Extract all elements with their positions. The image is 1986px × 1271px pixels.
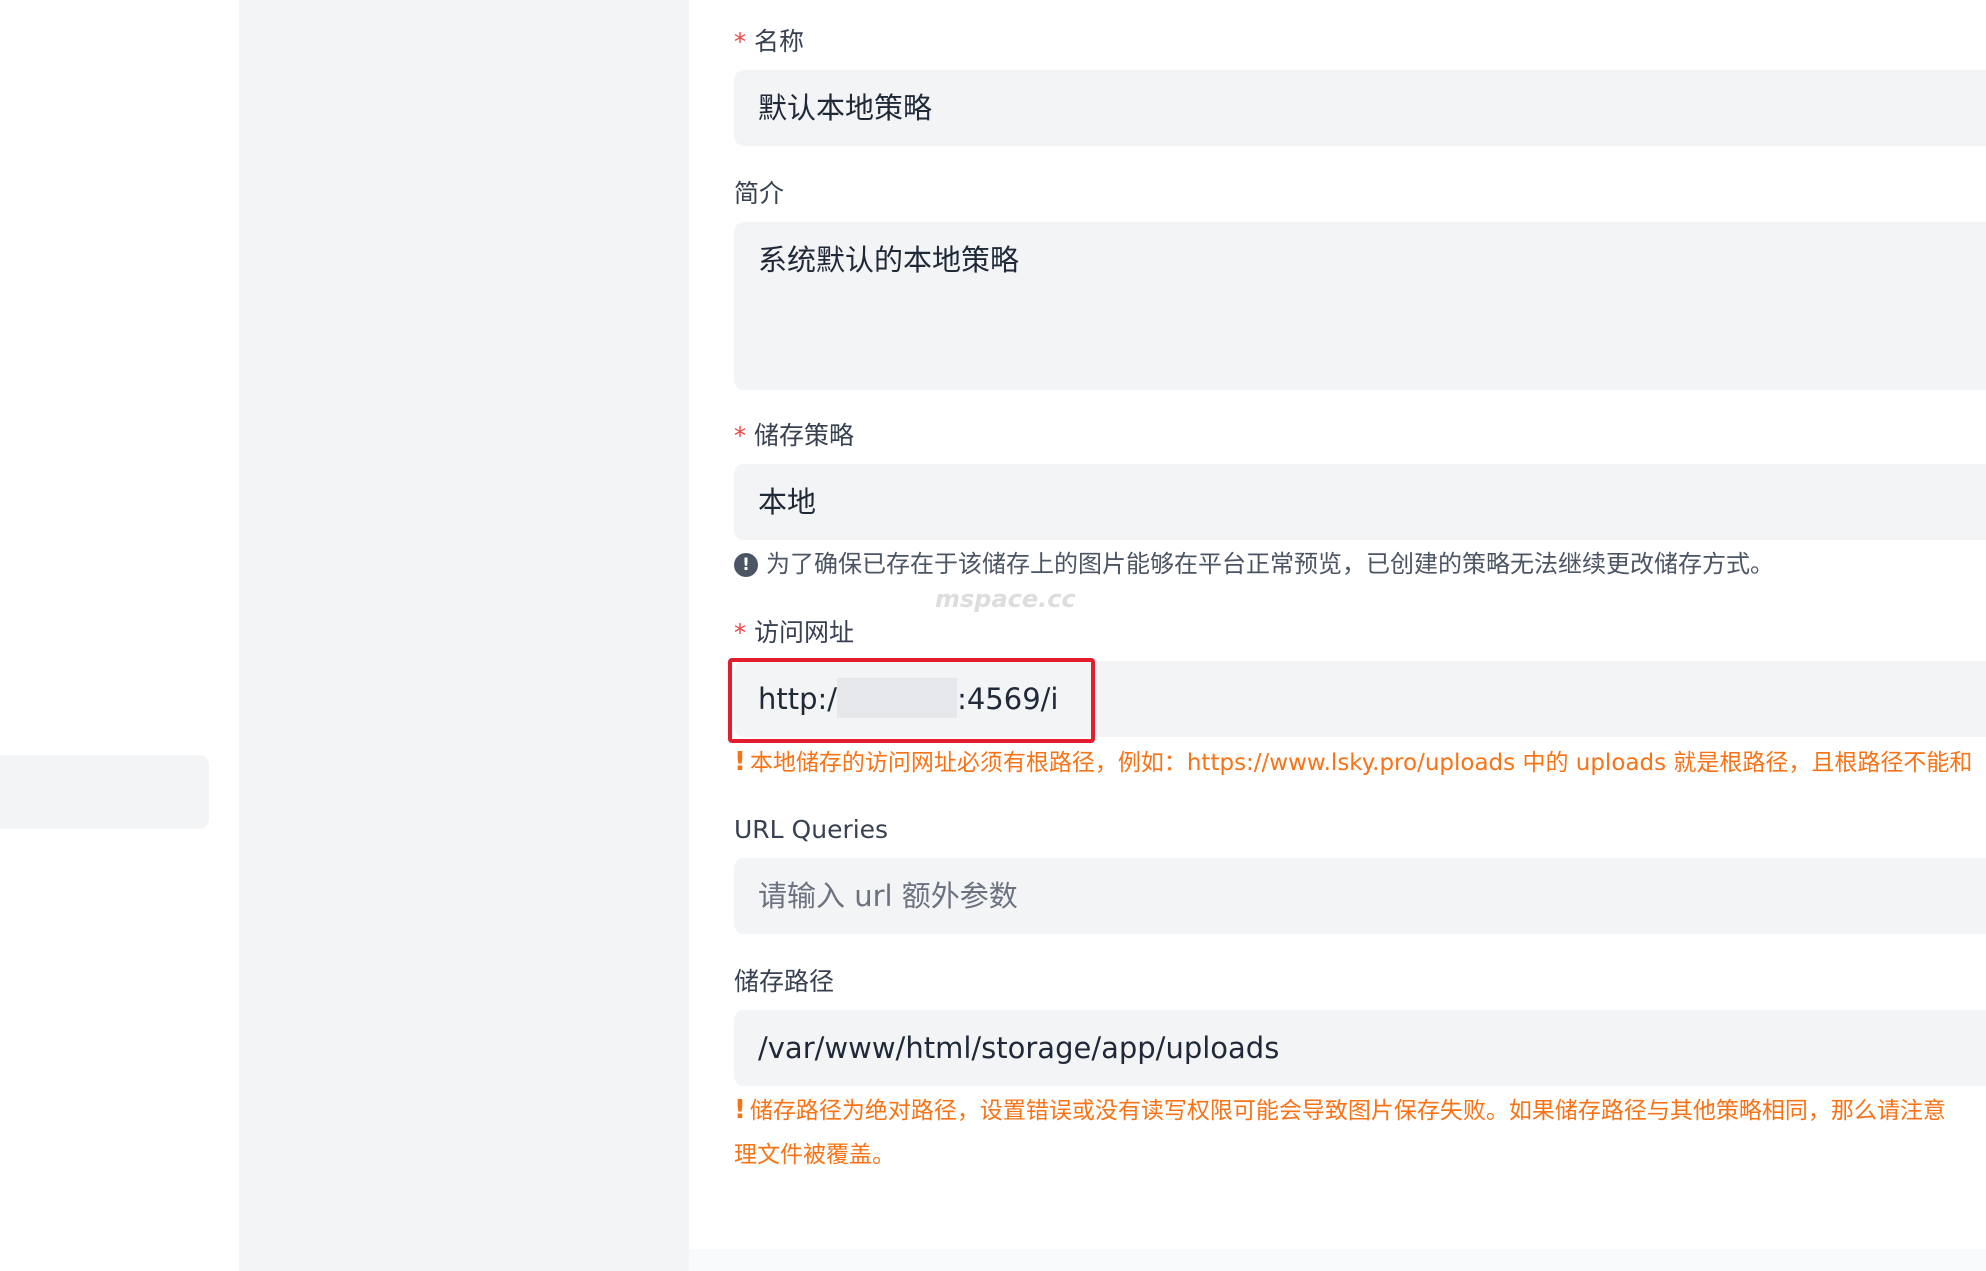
intro-label-text: 简介 [734, 179, 785, 208]
storage-path-warning-cont: 理文件被覆盖。 [734, 1139, 895, 1171]
intro-label: 简介 [734, 178, 784, 210]
storage-path-value: /var/www/html/storage/app/uploads [758, 1031, 1280, 1065]
watermark: mspace.cc [935, 585, 1076, 613]
info-circle-icon: ! [734, 553, 758, 577]
required-mark: * [734, 28, 746, 56]
sidebar-active-item[interactable] [0, 755, 209, 829]
exclamation-icon: ! [734, 1095, 746, 1125]
url-queries-input[interactable]: 请输入 url 额外参数 [734, 858, 1986, 934]
name-input[interactable]: 默认本地策略 [734, 70, 1986, 146]
storage-path-warning-line2: 理文件被覆盖。 [734, 1142, 895, 1168]
access-url-warning: ! 本地储存的访问网址必须有根路径，例如：https://www.lsky.pro… [734, 746, 1972, 779]
storage-path-warning: ! 储存路径为绝对路径，设置错误或没有读写权限可能会导致图片保存失败。如果储存路径… [734, 1094, 1946, 1127]
url-queries-label: URL Queries [734, 814, 888, 846]
content-gutter [239, 0, 689, 1271]
exclamation-icon: ! [734, 747, 746, 777]
storage-strategy-value: 本地 [758, 485, 817, 519]
storage-strategy-hint-text: 为了确保已存在于该储存上的图片能够在平台正常预览，已创建的策略无法继续更改储存方… [766, 550, 1774, 578]
annotation-highlight-box [728, 658, 1095, 743]
storage-path-label: 储存路径 [734, 966, 834, 998]
storage-strategy-label-text: 储存策略 [754, 421, 855, 450]
storage-strategy-hint: ! 为了确保已存在于该储存上的图片能够在平台正常预览，已创建的策略无法继续更改储存… [734, 548, 1774, 580]
name-label-text: 名称 [754, 27, 805, 56]
required-mark: * [734, 619, 746, 647]
access-url-warning-text: 本地储存的访问网址必须有根路径，例如：https://www.lsky.pro/… [749, 750, 1973, 776]
storage-path-input[interactable]: /var/www/html/storage/app/uploads [734, 1010, 1986, 1086]
access-url-label-text: 访问网址 [754, 618, 855, 647]
storage-path-label-text: 储存路径 [734, 967, 835, 996]
url-queries-label-text: URL Queries [734, 815, 889, 844]
storage-strategy-select[interactable]: 本地 [734, 464, 1986, 540]
url-queries-placeholder: 请输入 url 额外参数 [758, 879, 1018, 913]
intro-textarea-value: 系统默认的本地策略 [758, 243, 1020, 277]
access-url-label: * 访问网址 [734, 617, 854, 649]
name-input-value: 默认本地策略 [758, 91, 933, 125]
storage-path-warning-line1: 储存路径为绝对路径，设置错误或没有读写权限可能会导致图片保存失败。如果储存路径与… [749, 1098, 1946, 1124]
form-footer [689, 1249, 1986, 1271]
left-sidebar [0, 0, 239, 1271]
required-mark: * [734, 422, 746, 450]
intro-textarea[interactable]: 系统默认的本地策略 [734, 222, 1986, 390]
policy-form: * 名称 默认本地策略 简介 系统默认的本地策略 * 储存策略 本地 ! 为了确保已存… [689, 0, 1986, 1271]
name-label: * 名称 [734, 26, 804, 58]
storage-strategy-label: * 储存策略 [734, 420, 854, 452]
